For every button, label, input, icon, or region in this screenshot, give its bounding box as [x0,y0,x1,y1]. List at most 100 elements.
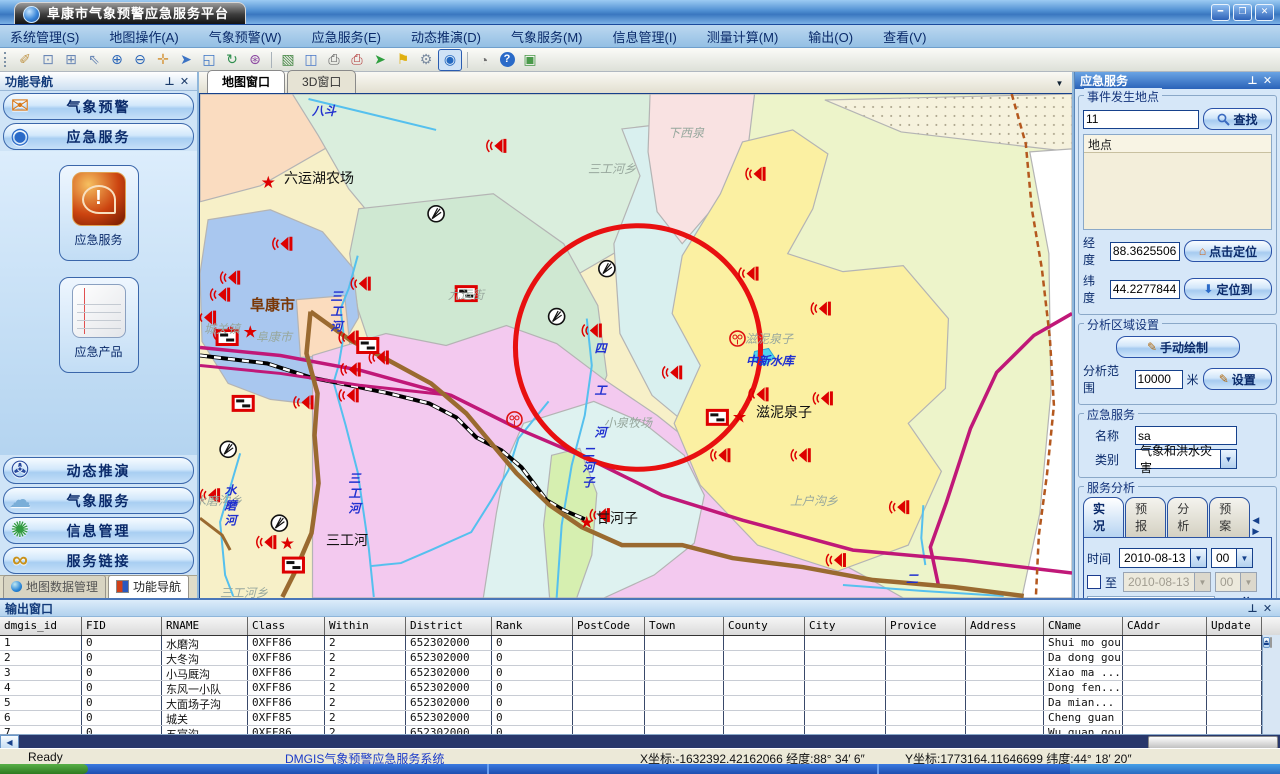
analysis-range-input[interactable] [1135,370,1183,389]
table-row[interactable]: 20大冬沟0XFF8626523020000Da dong gou [0,651,1280,666]
sidebar-item-weather-warning[interactable]: ✉ 气象预警 [3,93,194,120]
table-header-cell[interactable]: PostCode [573,617,645,635]
select-arrow-icon[interactable]: ⇖ [83,50,105,70]
longitude-input[interactable] [1110,242,1180,261]
table-row[interactable]: 30小马厩沟0XFF8626523020000Xiao ma ... [0,666,1280,681]
sidebar-item-emergency-service[interactable]: ◉ 应急服务 [3,123,194,150]
table-header-cell[interactable]: Within [325,617,406,635]
sidebar-item-weather-service[interactable]: ☁ 气象服务 [3,487,194,514]
scene-export-icon[interactable]: ▣ [519,50,541,70]
select-polygon-icon[interactable]: ⊞ [60,50,82,70]
table-header-cell[interactable]: City [805,617,886,635]
pan-icon[interactable]: ✛ [152,50,174,70]
table-header-cell[interactable]: Update [1207,617,1262,635]
table-row[interactable]: 50大面场子沟0XFF8626523020000Da mian... [0,696,1280,711]
to-date-checkbox[interactable] [1087,575,1101,589]
goto-location-button[interactable]: ⬇ 定位到 [1184,278,1272,300]
close-button[interactable]: ✕ [1255,4,1274,21]
tab-analysis[interactable]: 分析 [1167,497,1208,537]
help-icon[interactable]: ? [496,50,518,70]
output-table[interactable]: dmgis_idFIDRNAMEClassWithinDistrictRankP… [0,617,1280,734]
hour-select[interactable]: 00▼ [1211,548,1253,568]
tab-plan[interactable]: 预案 [1209,497,1250,537]
menu-item[interactable]: 系统管理(S) [10,27,79,46]
table-row[interactable]: 10水磨沟0XFF8626523020000Shui mo gou [0,636,1280,651]
menu-item[interactable]: 测量计算(M) [707,27,779,46]
tab-live[interactable]: 实况 [1083,497,1124,537]
sidebar-item-service-links[interactable]: ∞ 服务链接 [3,547,194,574]
location-result-list[interactable]: 地点 [1083,134,1272,230]
location-search-input[interactable] [1083,110,1199,129]
menu-item[interactable]: 动态推演(D) [411,27,481,46]
sidebar-item-dynamic-deduction[interactable]: ✇ 动态推演 [3,457,194,484]
table-header-cell[interactable]: CName [1044,617,1123,635]
tab-forecast[interactable]: 预报 [1125,497,1166,537]
table-header-cell[interactable]: Address [966,617,1044,635]
scroll-thumb[interactable] [1270,637,1272,648]
sidebar-item-info-management[interactable]: ✺ 信息管理 [3,517,194,544]
table-row[interactable]: 40东风一小队0XFF8626523020000Dong fen... [0,681,1280,696]
click-locate-button[interactable]: ⌂ 点击定位 [1184,240,1272,262]
close-icon[interactable]: ✕ [1260,602,1275,615]
close-icon[interactable]: ✕ [177,75,192,88]
menu-item[interactable]: 信息管理(I) [613,27,677,46]
zoom-in-icon[interactable]: ⊕ [106,50,128,70]
tab-list-dropdown-icon[interactable]: ▼ [1052,76,1067,90]
maximize-button[interactable]: ❐ [1233,4,1252,21]
toolbar-grip[interactable] [4,52,10,67]
tab-map-window[interactable]: 地图窗口 [207,70,285,93]
eye-icon[interactable]: ◔ [473,50,495,70]
pin-icon[interactable]: ⊥ [1245,74,1260,87]
zoom-out-icon[interactable]: ⊖ [129,50,151,70]
overview-map-icon[interactable]: ▧ [277,50,299,70]
measure-icon[interactable]: ✐ [14,50,36,70]
full-extent-icon[interactable]: ◱ [198,50,220,70]
search-button[interactable]: 查找 [1203,108,1272,130]
menu-item[interactable]: 应急服务(E) [312,27,381,46]
tab-scroll-arrows[interactable]: ◀ ▶ [1252,515,1272,537]
table-row[interactable]: 70五官沟0XFF8626523020000Wu guan gou [0,726,1280,734]
print-icon[interactable]: ⎙ [323,50,345,70]
globe-tool-icon[interactable]: ◉ [438,49,462,71]
scroll-top-icon[interactable]: ⏏ [1263,637,1270,648]
menu-item[interactable]: 输出(O) [808,27,853,46]
tab-function-navigation[interactable]: 功能导航 [108,575,189,598]
pin-icon[interactable]: ⊥ [1245,602,1260,615]
table-header-cell[interactable]: Provice [886,617,966,635]
latitude-input[interactable] [1110,280,1180,299]
table-header-cell[interactable]: District [406,617,492,635]
refresh-icon[interactable]: ↻ [221,50,243,70]
menu-item[interactable]: 查看(V) [883,27,926,46]
table-header-cell[interactable]: RNAME [162,617,248,635]
select-rectangle-icon[interactable]: ⊡ [37,50,59,70]
menu-item[interactable]: 气象服务(M) [511,27,583,46]
emergency-product-button[interactable]: 应急产品 [59,277,139,373]
tab-map-data-management[interactable]: 地图数据管理 [3,575,106,598]
tab-3d-window[interactable]: 3D窗口 [287,70,356,93]
manual-draw-button[interactable]: ✎ 手动绘制 [1116,336,1240,358]
settings-gear-icon[interactable]: ⚙ [415,50,437,70]
close-icon[interactable]: ✕ [1260,74,1275,87]
map-canvas[interactable]: ★ [199,94,1072,598]
emergency-service-button[interactable]: ! 应急服务 [59,165,139,261]
table-header-cell[interactable]: Town [645,617,724,635]
snapshot-icon[interactable]: ◫ [300,50,322,70]
marker-pin-icon[interactable]: ⚑ [392,50,414,70]
menu-item[interactable]: 气象预警(W) [209,27,282,46]
table-header-cell[interactable]: Class [248,617,325,635]
pointer-icon[interactable]: ➤ [175,50,197,70]
table-header-cell[interactable]: CAddr [1123,617,1207,635]
pin-icon[interactable]: ⊥ [162,75,177,88]
table-header-cell[interactable]: FID [82,617,162,635]
pick-arrow-icon[interactable]: ➤ [369,50,391,70]
print-active-icon[interactable]: ⎙ [346,50,368,70]
menu-item[interactable]: 地图操作(A) [109,27,178,46]
start-button-edge[interactable] [0,764,88,774]
table-header-cell[interactable]: Rank [492,617,573,635]
minimize-button[interactable]: ━ [1211,4,1230,21]
table-header-cell[interactable]: dmgis_id [0,617,82,635]
identify-zoom-icon[interactable]: ⊛ [244,50,266,70]
service-type-select[interactable]: 气象和洪水灾害 ▼ [1135,449,1237,469]
date-select[interactable]: 2010-08-13▼ [1119,548,1207,568]
table-header-cell[interactable]: County [724,617,805,635]
